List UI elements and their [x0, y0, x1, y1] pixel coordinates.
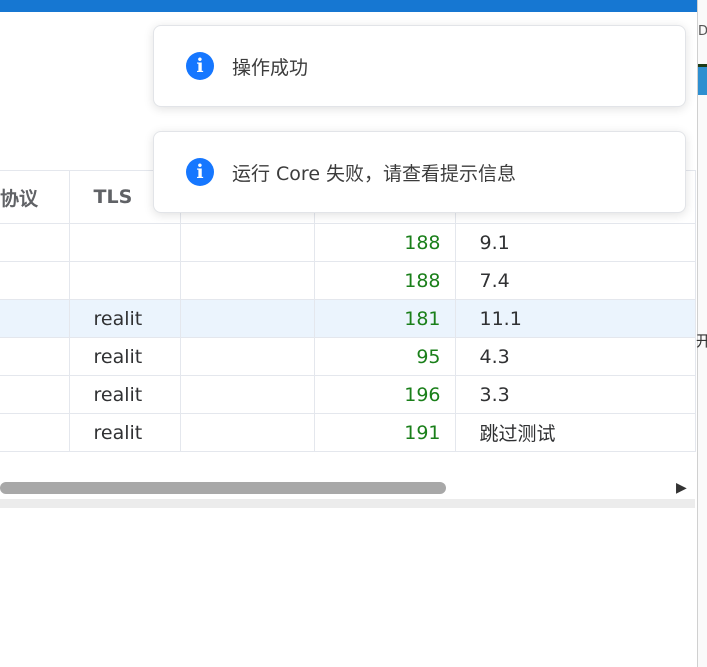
horizontal-scrollbar[interactable]: ▶ [0, 478, 695, 498]
cell-tls [69, 223, 181, 262]
scrollbar-thumb[interactable] [0, 482, 446, 494]
toast-message: 操作成功 [232, 56, 309, 79]
table-row[interactable]: realit 95 4.3 [0, 337, 696, 376]
table-row[interactable]: realit 191 跳过测试 [0, 413, 696, 452]
cell-empty [180, 413, 315, 452]
adjacent-window-edge: D 开 [696, 0, 707, 667]
cell-delay: 181 [314, 299, 456, 338]
scroll-right-arrow-icon[interactable]: ▶ [676, 480, 687, 496]
cell-protocol [0, 223, 70, 262]
cell-protocol [0, 413, 70, 452]
cell-speed: 11.1 [455, 299, 696, 338]
cell-tls: realit [69, 375, 181, 414]
info-icon: i [186, 52, 214, 80]
table-row[interactable]: realit 196 3.3 [0, 375, 696, 414]
cell-speed: 7.4 [455, 261, 696, 300]
table-row[interactable]: 188 7.4 [0, 261, 696, 300]
window-top-bar [0, 0, 697, 12]
edge-char: 开 [696, 332, 707, 350]
cell-tls: realit [69, 413, 181, 452]
cell-empty [180, 337, 315, 376]
cell-tls: realit [69, 337, 181, 376]
edge-letter: D [698, 24, 707, 39]
cell-delay: 196 [314, 375, 456, 414]
table-row[interactable]: 188 9.1 [0, 223, 696, 262]
table-bottom-strip [0, 499, 695, 508]
cell-protocol [0, 261, 70, 300]
toast-error: i 运行 Core 失败，请查看提示信息 [153, 131, 686, 213]
cell-empty [180, 375, 315, 414]
cell-speed: 4.3 [455, 337, 696, 376]
cell-tls: realit [69, 299, 181, 338]
table-row-selected[interactable]: realit 181 11.1 [0, 299, 696, 338]
cell-empty [180, 299, 315, 338]
cell-speed: 3.3 [455, 375, 696, 414]
cell-protocol [0, 375, 70, 414]
cell-empty [180, 261, 315, 300]
cell-speed: 跳过测试 [455, 413, 696, 452]
cell-protocol [0, 299, 70, 338]
cell-protocol [0, 337, 70, 376]
edge-bar [698, 64, 707, 95]
cell-delay: 191 [314, 413, 456, 452]
cell-tls [69, 261, 181, 300]
info-icon: i [186, 158, 214, 186]
cell-empty [180, 223, 315, 262]
cell-delay: 95 [314, 337, 456, 376]
cell-speed: 9.1 [455, 223, 696, 262]
cell-delay: 188 [314, 223, 456, 262]
col-header-protocol[interactable]: 协议 [0, 170, 70, 224]
toast-success: i 操作成功 [153, 25, 686, 107]
cell-delay: 188 [314, 261, 456, 300]
toast-message: 运行 Core 失败，请查看提示信息 [232, 162, 517, 185]
